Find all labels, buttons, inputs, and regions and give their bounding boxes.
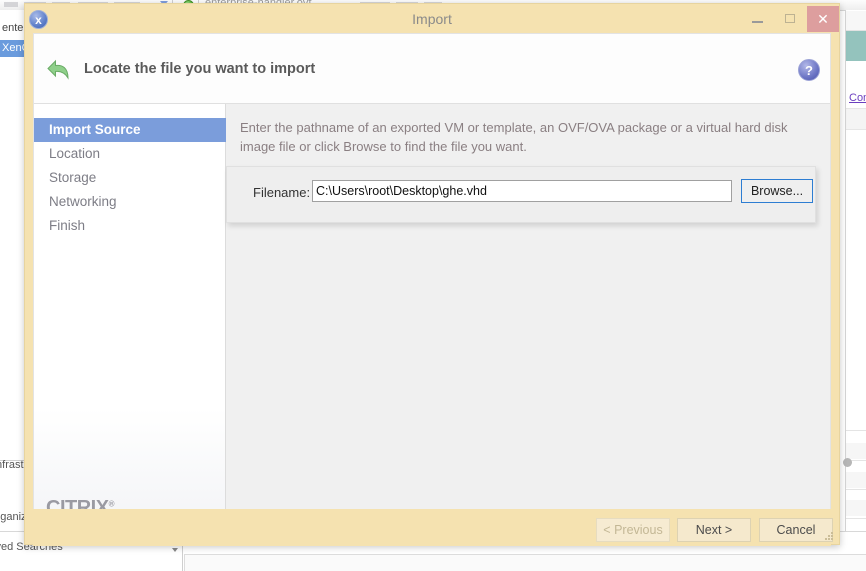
dialog-footer: < Previous Next > Cancel: [33, 509, 833, 546]
sidebar-item-storage[interactable]: Storage: [34, 166, 226, 190]
close-button[interactable]: ✕: [807, 6, 839, 32]
cancel-button[interactable]: Cancel: [759, 518, 833, 542]
wizard-steps-sidebar: Import Source Location Storage Networkin…: [34, 104, 226, 538]
grid-band: [846, 472, 866, 488]
filename-group: Filename: Browse...: [226, 166, 816, 223]
console-link[interactable]: Console: [849, 92, 866, 104]
dialog-title: Import: [412, 11, 452, 27]
background-pane-subheader: [846, 108, 866, 130]
dialog-titlebar[interactable]: x Import ✕: [25, 4, 839, 33]
grid-line: [846, 430, 866, 431]
citrix-logo-mark: ®: [108, 499, 115, 509]
grid-line: [846, 489, 866, 490]
help-icon[interactable]: ?: [798, 59, 820, 81]
background-teal-banner: [846, 31, 866, 61]
grid-band: [846, 500, 866, 516]
tree-item-enterprise[interactable]: enterprise: [0, 20, 26, 37]
browse-button[interactable]: Browse...: [741, 179, 813, 203]
sidebar-item-location[interactable]: Location: [34, 142, 226, 166]
grid-line: [846, 518, 866, 519]
filename-input[interactable]: [312, 180, 732, 202]
grid-band: [846, 443, 866, 459]
import-dialog: x Import ✕ Locate the file you want to i…: [24, 3, 840, 546]
scroll-handle[interactable]: [843, 458, 852, 467]
dialog-content: Enter the pathname of an exported VM or …: [226, 104, 830, 538]
background-pane-header: [846, 11, 866, 31]
maximize-button[interactable]: [774, 7, 807, 31]
toolbar-ghost-item: [4, 2, 18, 7]
sidebar-item-networking[interactable]: Networking: [34, 190, 226, 214]
background-tree-panel: enterprise XenCenter: [0, 10, 26, 541]
previous-button[interactable]: < Previous: [596, 518, 670, 542]
minimize-button[interactable]: [741, 7, 774, 31]
saved-searches-chevron-icon[interactable]: [172, 548, 178, 552]
sidebar-item-import-source[interactable]: Import Source: [34, 118, 226, 142]
wizard-steps-list: Import Source Location Storage Networkin…: [34, 118, 226, 238]
background-status-bar: [184, 554, 866, 571]
back-arrow-icon: [42, 52, 76, 86]
resize-grip[interactable]: [824, 531, 834, 541]
page-title: Locate the file you want to import: [84, 61, 316, 77]
instruction-text: Enter the pathname of an exported VM or …: [240, 120, 788, 154]
tree-item-xencenter[interactable]: XenCenter: [0, 40, 26, 57]
filename-label: Filename:: [253, 185, 311, 200]
next-button[interactable]: Next >: [677, 518, 751, 542]
dialog-body: Locate the file you want to import ? Imp…: [33, 33, 831, 538]
sidebar-item-finish[interactable]: Finish: [34, 214, 226, 238]
dialog-header: Locate the file you want to import ?: [34, 34, 830, 104]
